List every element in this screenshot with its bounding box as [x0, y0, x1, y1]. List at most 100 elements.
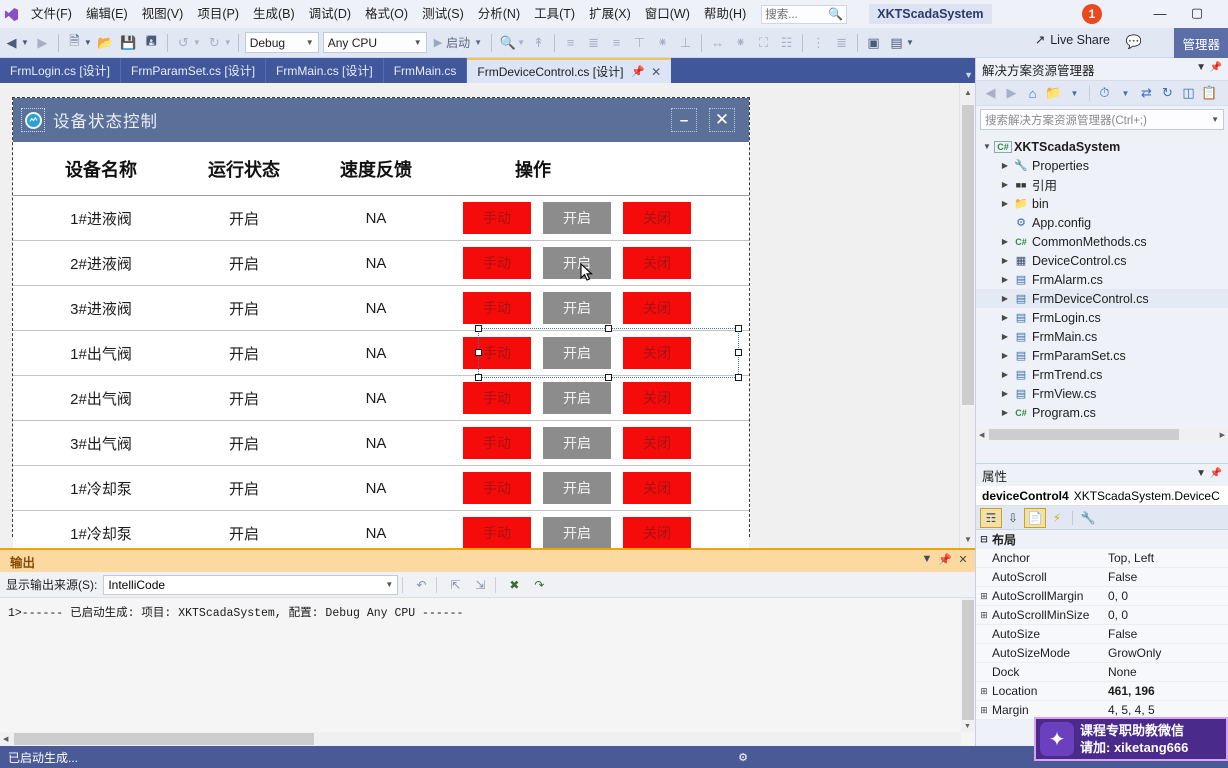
property-value[interactable]: 0, 0: [1108, 608, 1228, 622]
manual-button[interactable]: 手动: [463, 382, 531, 414]
tree-node-frmview[interactable]: ▶ ▤ FrmView.cs: [976, 384, 1228, 403]
designer-scrollbar-thumb[interactable]: [962, 105, 974, 405]
expand-icon[interactable]: ⊞: [976, 686, 992, 697]
form-close-button[interactable]: ✕: [709, 108, 735, 132]
tree-node-frmdevicecontrol[interactable]: ▶ ▤ FrmDeviceControl.cs: [976, 289, 1228, 308]
table-row[interactable]: 1#冷却泵 开启 NA 手动 开启 关闭: [13, 511, 749, 548]
tree-node-properties[interactable]: ▶ 🔧 Properties: [976, 156, 1228, 175]
stop-button[interactable]: 关闭: [623, 292, 691, 324]
scroll-down-icon[interactable]: ▼: [964, 723, 971, 730]
property-row-autosize[interactable]: AutoSize False: [976, 625, 1228, 644]
property-row-anchor[interactable]: Anchor Top, Left: [976, 549, 1228, 568]
property-value[interactable]: None: [1108, 665, 1228, 679]
stop-button[interactable]: 关闭: [623, 337, 691, 369]
stop-button[interactable]: 关闭: [623, 472, 691, 504]
close-tab-icon[interactable]: ✕: [651, 65, 661, 79]
table-row[interactable]: 2#出气阀 开启 NA 手动 开启 关闭: [13, 376, 749, 421]
scroll-up-icon[interactable]: ▲: [960, 83, 975, 101]
table-row-selected[interactable]: 1#出气阀 开启 NA 手动 开启 关闭: [13, 325, 749, 381]
live-preview-icon[interactable]: 🔍: [497, 32, 518, 54]
pending-changes-icon[interactable]: ⏱: [1094, 83, 1115, 104]
output-horizontal-scrollbar[interactable]: ◀: [0, 732, 961, 746]
manual-button[interactable]: 手动: [463, 427, 531, 459]
tab-frmlogin-design[interactable]: FrmLogin.cs [设计]: [0, 58, 122, 83]
tree-node-program[interactable]: ▶ C# Program.cs: [976, 403, 1228, 422]
menu-format[interactable]: 格式(O): [358, 3, 415, 26]
scroll-down-icon[interactable]: ▼: [960, 530, 975, 548]
tree-node-app-config[interactable]: ⚙ App.config: [976, 213, 1228, 232]
go-to-previous-message-icon[interactable]: ⇱: [444, 574, 466, 596]
build-configuration-select[interactable]: Debug ▼: [244, 32, 319, 53]
go-to-next-message-icon[interactable]: ⇲: [469, 574, 491, 596]
close-panel-icon[interactable]: ✕: [955, 553, 971, 566]
menu-view[interactable]: 视图(V): [135, 3, 191, 26]
menu-file[interactable]: 文件(F): [24, 3, 79, 26]
tree-node-references[interactable]: ▶ ■■ 引用: [976, 175, 1228, 194]
property-row-autoscroll[interactable]: AutoScroll False: [976, 568, 1228, 587]
open-file-icon[interactable]: 📂: [95, 32, 116, 54]
output-dropdown-icon[interactable]: ▼: [919, 553, 935, 565]
refresh-icon[interactable]: ↻: [1157, 83, 1178, 104]
chevron-down-icon[interactable]: ▼: [980, 142, 994, 151]
output-vertical-scrollbar[interactable]: ▼: [961, 598, 975, 732]
navigate-back-icon[interactable]: ◀: [1, 32, 22, 54]
menu-edit[interactable]: 编辑(E): [79, 3, 135, 26]
table-row[interactable]: 3#进液阀 开启 NA 手动 开启 关闭: [13, 286, 749, 331]
property-row-autosizemode[interactable]: AutoSizeMode GrowOnly: [976, 644, 1228, 663]
properties-view-icon[interactable]: 📄: [1024, 507, 1046, 528]
tree-node-frmtrend[interactable]: ▶ ▤ FrmTrend.cs: [976, 365, 1228, 384]
menu-build[interactable]: 生成(B): [246, 3, 302, 26]
property-row-dock[interactable]: Dock None: [976, 663, 1228, 682]
chevron-right-icon[interactable]: ▶: [998, 161, 1012, 170]
show-all-files-icon[interactable]: 📁: [1043, 83, 1064, 104]
solution-tree[interactable]: ▼ C# XKTScadaSystem ▶ 🔧 Properties ▶ ■■ …: [976, 133, 1228, 426]
send-feedback-icon[interactable]: 💬: [1126, 34, 1142, 50]
stop-button[interactable]: 关闭: [623, 202, 691, 234]
solution-explorer-horizontal-scrollbar[interactable]: ◀ ▶: [976, 428, 1228, 441]
property-pages-icon[interactable]: 🔧: [1077, 508, 1099, 528]
toggle-word-wrap-icon[interactable]: ↷: [528, 574, 550, 596]
tree-node-frmparamset[interactable]: ▶ ▤ FrmParamSet.cs: [976, 346, 1228, 365]
notification-badge[interactable]: 1: [1082, 4, 1102, 24]
overflow-dropdown-icon[interactable]: ▼: [517, 38, 525, 47]
output-vscroll-thumb[interactable]: [962, 600, 974, 720]
panel-dropdown-icon[interactable]: ▼: [1196, 62, 1206, 73]
events-view-icon[interactable]: ⚡: [1046, 508, 1068, 528]
tree-node-commonmethods[interactable]: ▶ C# CommonMethods.cs: [976, 232, 1228, 251]
pin-tab-icon[interactable]: 📌: [631, 65, 645, 78]
scroll-left-icon[interactable]: ◀: [3, 735, 8, 743]
menu-extensions[interactable]: 扩展(X): [582, 3, 638, 26]
chevron-right-icon[interactable]: ▶: [998, 199, 1012, 208]
start-button[interactable]: 开启: [543, 292, 611, 324]
start-button[interactable]: 开启: [543, 382, 611, 414]
tree-node-bin[interactable]: ▶ 📁 bin: [976, 194, 1228, 213]
property-row-location[interactable]: ⊞ Location 461, 196: [976, 682, 1228, 701]
start-button[interactable]: 开启: [543, 247, 611, 279]
property-value[interactable]: 4, 5, 4, 5: [1108, 703, 1228, 717]
find-message-icon[interactable]: ↶: [410, 574, 432, 596]
manual-button[interactable]: 手动: [463, 517, 531, 548]
send-to-back-icon[interactable]: ▤: [886, 32, 907, 54]
source-control-icon[interactable]: ⚙: [738, 751, 748, 764]
tab-frmmain-design[interactable]: FrmMain.cs [设计]: [266, 58, 384, 83]
categorized-view-icon[interactable]: ☶: [980, 507, 1002, 528]
tab-frmdevicecontrol-design[interactable]: FrmDeviceControl.cs [设计] 📌 ✕: [467, 58, 672, 83]
expand-icon[interactable]: ⊞: [976, 610, 992, 621]
property-row-autoscrollminsize[interactable]: ⊞ AutoScrollMinSize 0, 0: [976, 606, 1228, 625]
designer-vertical-scrollbar[interactable]: ▲ ▼: [959, 83, 975, 548]
bring-to-front-icon[interactable]: ▣: [863, 32, 884, 54]
live-share-button[interactable]: ↗ Live Share: [1035, 32, 1110, 48]
chevron-right-icon[interactable]: ▶: [998, 180, 1012, 189]
manual-button[interactable]: 手动: [463, 247, 531, 279]
menu-window[interactable]: 窗口(W): [638, 3, 697, 26]
tab-frmparamset-design[interactable]: FrmParamSet.cs [设计]: [121, 58, 267, 83]
chevron-right-icon[interactable]: ▶: [998, 351, 1012, 360]
chevron-right-icon[interactable]: ▶: [998, 408, 1012, 417]
output-source-select[interactable]: IntelliCode ▼: [103, 574, 399, 595]
tree-node-frmalarm[interactable]: ▶ ▤ FrmAlarm.cs: [976, 270, 1228, 289]
properties-object-selector[interactable]: deviceControl4 XKTScadaSystem.DeviceC: [976, 486, 1228, 506]
toolbar-overflow-icon[interactable]: ▼: [906, 38, 914, 47]
manual-button[interactable]: 手动: [463, 202, 531, 234]
tree-node-project[interactable]: ▼ C# XKTScadaSystem: [976, 137, 1228, 156]
alphabetical-view-icon[interactable]: ⇩: [1002, 508, 1024, 528]
